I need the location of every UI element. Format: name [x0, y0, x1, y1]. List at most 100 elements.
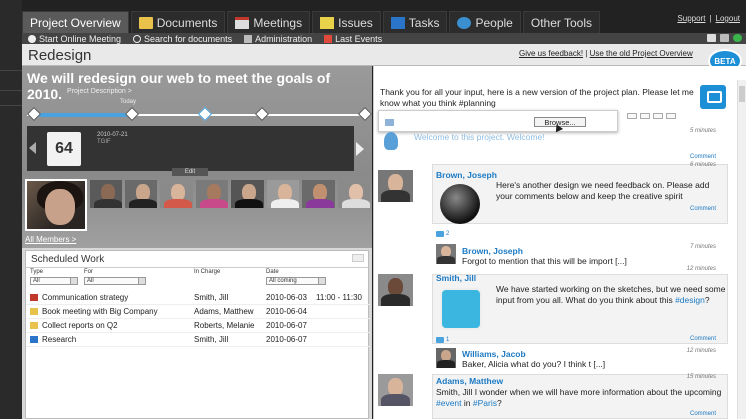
all-members-link[interactable]: All Members >	[25, 235, 76, 244]
author-name[interactable]: Adams, Matthew	[436, 376, 503, 386]
hashtag-link[interactable]: #design	[675, 295, 705, 305]
row-time: 11:00 - 11:30	[316, 293, 362, 302]
filter-label: For	[84, 269, 93, 275]
milestone-marker[interactable]	[254, 106, 270, 122]
comment-link[interactable]: Comment	[690, 336, 716, 342]
logout-link[interactable]: Logout	[716, 14, 740, 23]
file-icon	[385, 119, 394, 126]
top-links: Support | Logout	[677, 14, 740, 23]
project-description-link[interactable]: Project Description >	[67, 88, 132, 95]
separator: |	[585, 49, 588, 58]
comment-count[interactable]: 2	[436, 231, 449, 237]
avatar[interactable]	[160, 180, 193, 208]
search-documents-label: Search for documents	[144, 33, 233, 44]
start-meeting-button[interactable]: Start Online Meeting	[28, 34, 121, 44]
avatar[interactable]	[337, 180, 371, 208]
carousel-prev-icon[interactable]	[29, 142, 36, 154]
post-time: 15 minutes	[686, 374, 716, 380]
tab-label: Issues	[338, 15, 373, 30]
milestone-marker[interactable]	[357, 106, 373, 122]
avatar[interactable]	[378, 170, 413, 202]
search-documents-button[interactable]: Search for documents	[133, 34, 232, 44]
avatar[interactable]	[436, 348, 456, 368]
comment-link[interactable]: Comment	[690, 411, 716, 417]
today-label: Today	[120, 99, 137, 105]
file-upload-popup: Browse...	[378, 110, 618, 133]
folder-icon	[30, 322, 38, 329]
tab-documents[interactable]: Documents	[130, 11, 226, 33]
filter-label: Date	[266, 269, 279, 275]
avatar[interactable]	[378, 374, 413, 406]
author-name[interactable]: Brown, Joseph	[436, 170, 497, 180]
chevron-down-icon	[70, 278, 77, 284]
avatar[interactable]	[25, 179, 87, 231]
last-events-button[interactable]: Last Events	[324, 34, 382, 44]
carousel-next-icon[interactable]	[356, 142, 364, 156]
avatar[interactable]	[302, 180, 335, 208]
comment-link[interactable]: Comment	[690, 154, 716, 160]
author-name[interactable]: Williams, Jacob	[462, 349, 526, 359]
tab-meetings[interactable]: Meetings	[227, 11, 311, 33]
tab-label: Tasks	[408, 15, 440, 30]
post-button[interactable]	[700, 85, 726, 109]
for-filter-select[interactable]: All	[84, 277, 146, 285]
tab-project-overview[interactable]: Project Overview	[22, 11, 129, 33]
avatar[interactable]	[378, 274, 413, 306]
composer-text[interactable]: Thank you for all your input, here is a …	[380, 87, 698, 109]
author-name[interactable]: Brown, Joseph	[462, 246, 523, 256]
edit-button[interactable]: Edit	[172, 168, 208, 176]
chat-icon[interactable]	[707, 34, 716, 42]
avatar[interactable]	[266, 180, 300, 208]
tab-label: Documents	[156, 15, 218, 30]
tab-label: Meetings	[253, 15, 303, 30]
chevron-down-icon	[318, 278, 325, 284]
scrollbar[interactable]	[737, 80, 746, 419]
day-card: 64	[47, 132, 81, 166]
table-row[interactable]: Research Smith, Jill 2010-06-07	[26, 333, 370, 347]
row-date: 2010-06-07	[266, 321, 307, 330]
globe-icon	[440, 184, 480, 224]
upload-icon[interactable]	[666, 113, 676, 119]
table-row[interactable]: Book meeting with Big Company Adams, Mat…	[26, 305, 370, 319]
table-row[interactable]: Communication strategy Smith, Jill 2010-…	[26, 291, 370, 305]
comment-link[interactable]: Comment	[690, 206, 716, 212]
folder-icon	[30, 308, 38, 315]
panel-options-icon[interactable]	[352, 254, 364, 262]
tab-issues[interactable]: Issues	[312, 11, 381, 33]
tab-other-tools[interactable]: Other Tools	[522, 11, 601, 33]
row-date: 2010-06-03	[266, 293, 307, 302]
milestone-marker[interactable]	[197, 106, 213, 122]
old-overview-link[interactable]: Use the old Project Overview	[590, 49, 693, 58]
administration-button[interactable]: Administration	[244, 34, 312, 44]
attach-image-icon[interactable]	[640, 113, 650, 119]
avatar[interactable]	[195, 180, 229, 208]
tab-tasks[interactable]: Tasks	[382, 11, 448, 33]
comment-count[interactable]: 1	[436, 337, 449, 343]
table-row[interactable]: Collect reports on Q2 Roberts, Melanie 2…	[26, 319, 370, 333]
attach-link-icon[interactable]	[627, 113, 637, 119]
milestone-marker[interactable]	[124, 106, 140, 122]
scheduled-list: Communication strategy Smith, Jill 2010-…	[26, 291, 370, 347]
lightning-icon	[324, 34, 333, 43]
feedback-link[interactable]: Give us feedback!	[519, 49, 583, 58]
presence-icon[interactable]	[733, 34, 742, 42]
avatar[interactable]	[125, 180, 158, 208]
avatar[interactable]	[89, 180, 123, 208]
hashtag-link[interactable]: #event	[436, 398, 462, 408]
avatar[interactable]	[231, 180, 264, 208]
project-headline: We will redesign our web to meet the goa…	[27, 70, 331, 102]
attach-file-icon[interactable]	[653, 113, 663, 119]
date-filter-select[interactable]: All coming	[266, 277, 326, 285]
milestone-marker[interactable]	[26, 106, 42, 122]
tab-people[interactable]: People	[449, 11, 521, 33]
mail-icon[interactable]	[720, 34, 729, 42]
documents-icon	[138, 16, 153, 29]
type-filter-select[interactable]: All	[30, 277, 78, 285]
avatar[interactable]	[436, 244, 456, 264]
support-link[interactable]: Support	[677, 14, 705, 23]
hashtag-link[interactable]: #Paris	[473, 398, 497, 408]
scheduled-filters: Type All For All In Charge Date All coming	[26, 269, 370, 289]
author-name[interactable]: Smith, Jill	[436, 273, 476, 283]
activity-feed-panel: ▲ Thank you for all your input, here is …	[373, 66, 746, 419]
project-panel: We will redesign our web to meet the goa…	[22, 66, 373, 419]
